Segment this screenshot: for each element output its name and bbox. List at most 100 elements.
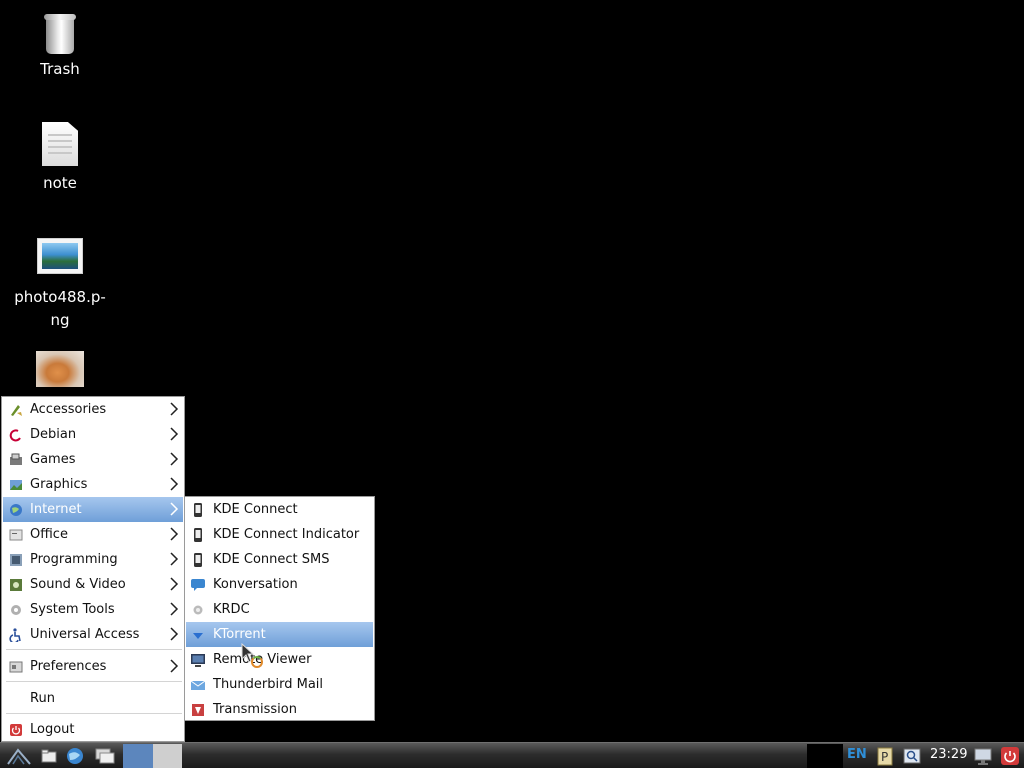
desktop-icon-photo[interactable]: photo488.p-ng (5, 238, 115, 332)
menu-item-label: Run (30, 691, 55, 706)
kde-connect-icon (191, 527, 205, 542)
file-manager-icon[interactable] (40, 746, 58, 766)
menu-item-label: Debian (30, 427, 77, 442)
submenu-item-kde-connect-sms[interactable]: KDE Connect SMS (186, 547, 373, 572)
chevron-right-icon (170, 577, 179, 591)
svg-text:P: P (881, 750, 888, 764)
menu-item-games[interactable]: Games (3, 447, 183, 472)
logout-icon (9, 723, 23, 737)
trash-icon (44, 14, 76, 54)
chevron-right-icon (170, 452, 179, 466)
submenu-item-konversation[interactable]: Konversation (186, 572, 373, 597)
text-file-icon (42, 122, 78, 166)
menu-item-label: Logout (30, 722, 75, 737)
menu-item-label: Graphics (30, 477, 88, 492)
menu-item-internet[interactable]: Internet (3, 497, 183, 522)
chevron-right-icon (170, 627, 179, 641)
krdc-icon (191, 603, 205, 617)
menu-item-label: Universal Access (30, 627, 140, 642)
chevron-right-icon (170, 502, 179, 516)
menu-item-system-tools[interactable]: System Tools (3, 597, 183, 622)
submenu-item-ktorrent[interactable]: KTorrent (186, 622, 373, 647)
chevron-right-icon (170, 659, 179, 673)
submenu-item-label: KTorrent (213, 627, 266, 642)
submenu-item-label: Transmission (213, 702, 297, 717)
screenshot-icon[interactable] (902, 746, 922, 766)
tray-area (807, 744, 843, 768)
submenu-item-kde-connect-indicator[interactable]: KDE Connect Indicator (186, 522, 373, 547)
submenu-item-label: KDE Connect (213, 502, 298, 517)
menu-item-debian[interactable]: Debian (3, 422, 183, 447)
kde-connect-icon (191, 502, 205, 517)
chat-icon (191, 578, 205, 592)
menu-item-graphics[interactable]: Graphics (3, 472, 183, 497)
system-tools-icon (9, 603, 23, 617)
menu-item-label: Preferences (30, 659, 107, 674)
taskbar-window-button[interactable] (153, 744, 182, 768)
ktorrent-icon (191, 628, 205, 642)
cat-photo-thumbnail[interactable] (36, 351, 84, 387)
network-icon[interactable] (972, 746, 994, 766)
submenu-item-label: Thunderbird Mail (213, 677, 324, 692)
accessibility-icon (9, 627, 23, 644)
menu-item-label: System Tools (30, 602, 115, 617)
menu-item-sound-video[interactable]: Sound & Video (3, 572, 183, 597)
menu-item-run[interactable]: Run (3, 686, 183, 711)
menu-item-universal-access[interactable]: Universal Access (3, 622, 183, 647)
kde-connect-icon (191, 552, 205, 567)
desktop-icon-trash[interactable]: Trash (5, 14, 115, 81)
power-icon[interactable] (1000, 746, 1020, 766)
mail-icon (190, 678, 206, 692)
debian-icon (9, 428, 23, 442)
menu-logo-icon[interactable] (6, 746, 32, 766)
taskbar-window-button[interactable] (123, 744, 153, 768)
office-icon (9, 528, 23, 542)
desktop-icon-note[interactable]: note (5, 122, 115, 195)
menu-item-accessories[interactable]: Accessories (3, 397, 183, 422)
submenu-item-krdc[interactable]: KRDC (186, 597, 373, 622)
menu-item-label: Programming (30, 552, 118, 567)
chevron-right-icon (170, 527, 179, 541)
chevron-right-icon (170, 602, 179, 616)
busy-indicator-icon (251, 656, 263, 668)
submenu-item-label: Konversation (213, 577, 298, 592)
accessories-icon (9, 403, 23, 417)
submenu-item-remote-viewer[interactable]: Remote Viewer (186, 647, 373, 672)
desktop-icon-label: Trash (40, 60, 80, 78)
preferences-icon (9, 660, 23, 674)
transmission-icon (191, 703, 205, 717)
submenu-item-kde-connect[interactable]: KDE Connect (186, 497, 373, 522)
menu-item-label: Sound & Video (30, 577, 126, 592)
menu-item-label: Accessories (30, 402, 107, 417)
menu-separator (6, 713, 182, 714)
taskbar: EN P 23:29 (0, 742, 1024, 768)
application-menu: Accessories Debian Games Graphics Intern… (1, 396, 185, 742)
menu-item-label: Internet (30, 502, 82, 517)
chevron-right-icon (170, 402, 179, 416)
menu-item-office[interactable]: Office (3, 522, 183, 547)
submenu-item-transmission[interactable]: Transmission (186, 697, 373, 722)
menu-item-logout[interactable]: Logout (3, 717, 183, 742)
chevron-right-icon (170, 552, 179, 566)
internet-submenu: KDE Connect KDE Connect Indicator KDE Co… (184, 496, 375, 721)
menu-item-programming[interactable]: Programming (3, 547, 183, 572)
desktop-icon-label: note (43, 174, 77, 192)
games-icon (9, 453, 23, 467)
desktop-icon-label: photo488.p-ng (14, 288, 106, 329)
clock[interactable]: 23:29 (930, 747, 967, 762)
menu-item-preferences[interactable]: Preferences (3, 654, 183, 679)
internet-icon (9, 503, 23, 517)
menu-item-label: Games (30, 452, 76, 467)
submenu-item-label: KRDC (213, 602, 250, 617)
image-file-icon (37, 238, 83, 274)
web-browser-icon[interactable] (64, 746, 86, 766)
keyboard-layout-indicator[interactable]: EN (847, 747, 867, 762)
monitor-icon (191, 653, 205, 667)
window-switch-icon[interactable] (94, 746, 116, 766)
desktop: Trash note photo488.p-ng Accessories Deb… (0, 0, 1024, 768)
submenu-item-thunderbird-mail[interactable]: Thunderbird Mail (186, 672, 373, 697)
programming-icon (9, 553, 23, 567)
clipboard-icon[interactable]: P (876, 746, 894, 766)
chevron-right-icon (170, 427, 179, 441)
menu-separator (6, 681, 182, 682)
